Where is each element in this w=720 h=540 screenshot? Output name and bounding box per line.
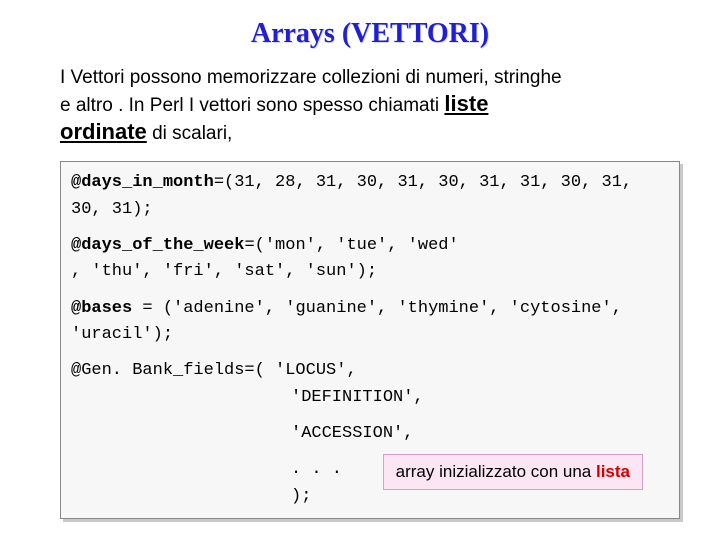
callout-box: array inizializzato con una lista [383, 454, 643, 490]
code-l3b: = ('adenine', 'guanine', 'thymine', 'cyt… [132, 299, 622, 318]
code-line-4b: 'DEFINITION', [71, 385, 669, 411]
term-ordinate: ordinate [60, 119, 147, 144]
var-days-of-week: @days_of_the_week [71, 236, 244, 255]
code-l2b: =('mon', 'tue', 'wed' [244, 236, 458, 255]
code-line-1: @days_in_month=(31, 28, 31, 30, 31, 30, … [71, 170, 669, 223]
code-line-2: @days_of_the_week=('mon', 'tue', 'wed' [71, 233, 669, 259]
intro-text: I Vettori possono memorizzare collezioni… [60, 66, 680, 145]
intro-tail: di scalari, [147, 123, 233, 144]
code-line-4a: @Gen. Bank_fields=( 'LOCUS', [71, 358, 669, 384]
var-bases: @bases [71, 299, 132, 318]
intro-line2a: e altro . In Perl I vettori sono spesso … [60, 95, 444, 116]
code-line-3c: 'uracil'); [71, 322, 669, 348]
var-days-in-month: @days_in_month [71, 173, 214, 192]
code-line-3: @bases = ('adenine', 'guanine', 'thymine… [71, 296, 669, 322]
intro-line1: I Vettori possono memorizzare collezioni… [60, 67, 562, 88]
slide-title: Arrays (VETTORI) [60, 18, 680, 50]
term-liste: liste [444, 91, 488, 116]
callout-text: array inizializzato con una [396, 462, 596, 481]
code-box: @days_in_month=(31, 28, 31, 30, 31, 30, … [60, 161, 680, 519]
code-line-2c: , 'thu', 'fri', 'sat', 'sun'); [71, 259, 669, 285]
callout-lista: lista [596, 462, 630, 481]
code-line-4c: 'ACCESSION', [71, 421, 669, 447]
slide: Arrays (VETTORI) I Vettori possono memor… [0, 0, 720, 540]
